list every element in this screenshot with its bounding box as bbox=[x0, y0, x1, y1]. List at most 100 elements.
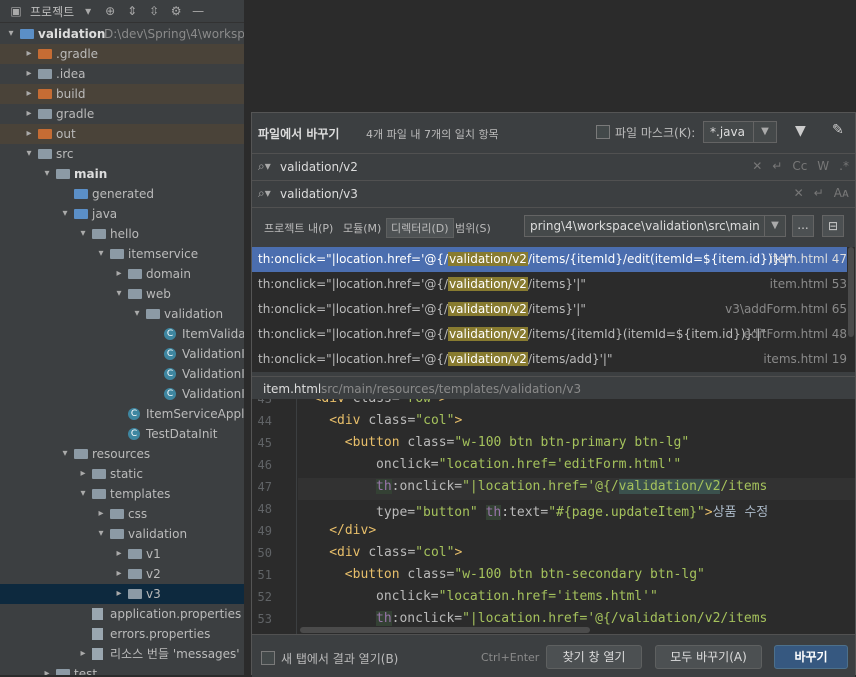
newline-icon[interactable]: ↵ bbox=[814, 186, 824, 200]
tree-item[interactable]: ▸ static bbox=[0, 464, 244, 484]
chevron-down-icon[interactable]: ▾ bbox=[132, 304, 142, 324]
result-row[interactable]: th:onclick="|location.href='@{/validatio… bbox=[252, 322, 847, 347]
horizontal-scrollbar[interactable] bbox=[300, 627, 590, 633]
locate-icon[interactable]: ⊕ bbox=[102, 3, 118, 19]
tree-item[interactable]: C TestDataInit bbox=[0, 424, 244, 444]
chevron-down-icon[interactable]: ▾ bbox=[60, 204, 70, 224]
whole-words-toggle[interactable]: W bbox=[817, 159, 829, 173]
tree-item[interactable]: C ValidationIt bbox=[0, 344, 244, 364]
tree-item[interactable]: ▾ validation bbox=[0, 524, 244, 544]
chevron-right-icon[interactable]: ▸ bbox=[114, 264, 124, 284]
tree-item[interactable]: ▸ css bbox=[0, 504, 244, 524]
result-row[interactable]: th:onclick="|location.href='@{/validatio… bbox=[252, 347, 847, 372]
search-icon[interactable]: ⌕▾ bbox=[258, 159, 271, 174]
tree-item[interactable]: application.properties bbox=[0, 604, 244, 624]
regex-toggle[interactable]: .* bbox=[839, 159, 849, 173]
chevron-down-icon[interactable]: ▾ bbox=[80, 3, 96, 19]
chevron-right-icon[interactable]: ▸ bbox=[114, 564, 124, 584]
tree-item[interactable]: errors.properties bbox=[0, 624, 244, 644]
chevron-down-icon[interactable]: ▾ bbox=[78, 224, 88, 244]
tree-item[interactable]: C ValidationIt bbox=[0, 384, 244, 404]
project-panel-title[interactable]: 프로젝트 bbox=[30, 3, 74, 20]
chevron-down-icon[interactable]: ▾ bbox=[6, 24, 16, 44]
preserve-case-toggle[interactable]: Aᴀ bbox=[834, 186, 849, 200]
tree-item[interactable]: ▾ resources bbox=[0, 444, 244, 464]
scope-project[interactable]: 프로젝트 내(P) bbox=[264, 220, 333, 236]
clear-icon[interactable]: ✕ bbox=[752, 159, 762, 173]
tree-item[interactable]: ▾ java bbox=[0, 204, 244, 224]
tree-item[interactable]: ▾ web bbox=[0, 284, 244, 304]
search-field[interactable]: ⌕▾ validation/v2 ✕ ↵ Cc W .* bbox=[252, 153, 855, 181]
tree-item[interactable]: ▾ src bbox=[0, 144, 244, 164]
chevron-down-icon[interactable]: ▾ bbox=[24, 144, 34, 164]
tree-item[interactable]: ▸ out bbox=[0, 124, 244, 144]
browse-button[interactable]: ... bbox=[792, 215, 814, 237]
replace-all-button[interactable]: 모두 바꾸기(A) bbox=[655, 645, 762, 669]
file-mask-dropdown[interactable]: *.java ▼ bbox=[703, 121, 777, 143]
search-input[interactable]: validation/v2 bbox=[280, 160, 358, 174]
chevron-right-icon[interactable]: ▸ bbox=[24, 104, 34, 124]
tree-item[interactable]: ▸ v3 bbox=[0, 584, 244, 604]
scope-scope[interactable]: 범위(S) bbox=[455, 220, 491, 236]
replace-button[interactable]: 바꾸기 bbox=[774, 645, 848, 669]
tree-item[interactable]: generated bbox=[0, 184, 244, 204]
chevron-down-icon[interactable]: ▾ bbox=[78, 484, 88, 504]
chevron-down-icon[interactable]: ▾ bbox=[114, 284, 124, 304]
directory-dropdown[interactable]: pring\4\workspace\validation\src\main ▼ bbox=[524, 215, 786, 237]
recursive-toggle-icon[interactable]: ⊟ bbox=[822, 215, 844, 237]
tree-item[interactable]: ▸ domain bbox=[0, 264, 244, 284]
open-find-window-button[interactable]: 찾기 창 열기 bbox=[546, 645, 642, 669]
tree-item[interactable]: ▾ itemservice bbox=[0, 244, 244, 264]
file-mask-checkbox[interactable] bbox=[596, 125, 610, 139]
match-case-toggle[interactable]: Cc bbox=[792, 159, 807, 173]
chevron-right-icon[interactable]: ▸ bbox=[24, 124, 34, 144]
tree-item[interactable]: ▸ .idea bbox=[0, 64, 244, 84]
tree-item[interactable]: ▾ templates bbox=[0, 484, 244, 504]
clear-icon[interactable]: ✕ bbox=[794, 186, 804, 200]
chevron-right-icon[interactable]: ▸ bbox=[96, 504, 106, 524]
chevron-right-icon[interactable]: ▸ bbox=[78, 644, 88, 664]
chevron-right-icon[interactable]: ▸ bbox=[42, 664, 52, 675]
pin-icon[interactable]: ✎ bbox=[832, 122, 844, 138]
scope-directory[interactable]: 디렉터리(D) bbox=[386, 218, 454, 238]
result-row[interactable]: th:onclick="|location.href='@{/validatio… bbox=[252, 297, 847, 322]
tree-item[interactable]: ▸ gradle bbox=[0, 104, 244, 124]
chevron-right-icon[interactable]: ▸ bbox=[114, 584, 124, 604]
result-row[interactable]: th:onclick="|location.href='@{/validatio… bbox=[252, 247, 847, 272]
chevron-down-icon[interactable]: ▼ bbox=[764, 216, 785, 236]
tree-item[interactable]: ▾ validation D:\dev\Spring\4\worksp bbox=[0, 24, 244, 44]
chevron-right-icon[interactable]: ▸ bbox=[78, 464, 88, 484]
chevron-down-icon[interactable]: ▾ bbox=[96, 524, 106, 544]
tree-item[interactable]: ▸ build bbox=[0, 84, 244, 104]
expand-all-icon[interactable]: ⇕ bbox=[124, 3, 140, 19]
tree-item[interactable]: C ValidationIt bbox=[0, 364, 244, 384]
tree-item[interactable]: ▸ test bbox=[0, 664, 244, 675]
tree-item[interactable]: ▸ 리소스 번들 'messages' bbox=[0, 644, 244, 664]
results-scrollbar[interactable] bbox=[847, 247, 855, 372]
tree-item[interactable]: ▸ v1 bbox=[0, 544, 244, 564]
scope-module[interactable]: 모듈(M) bbox=[343, 220, 381, 236]
new-tab-checkbox[interactable] bbox=[261, 651, 275, 665]
collapse-all-icon[interactable]: ⇳ bbox=[146, 3, 162, 19]
tree-item[interactable]: C ItemServiceApplic bbox=[0, 404, 244, 424]
tree-item[interactable]: ▾ main bbox=[0, 164, 244, 184]
chevron-down-icon[interactable]: ▾ bbox=[42, 164, 52, 184]
tree-item[interactable]: ▸ .gradle bbox=[0, 44, 244, 64]
chevron-down-icon[interactable]: ▾ bbox=[60, 444, 70, 464]
filter-icon[interactable]: ▼ bbox=[795, 123, 806, 139]
replace-input[interactable]: validation/v3 bbox=[280, 187, 358, 201]
chevron-right-icon[interactable]: ▸ bbox=[24, 84, 34, 104]
chevron-down-icon[interactable]: ▾ bbox=[96, 244, 106, 264]
code-preview[interactable]: 43 <div class="row"> 44 <div class="col"> 45… bbox=[252, 399, 855, 634]
chevron-right-icon[interactable]: ▸ bbox=[24, 44, 34, 64]
hide-icon[interactable]: — bbox=[190, 3, 206, 19]
chevron-down-icon[interactable]: ▼ bbox=[753, 122, 776, 142]
tree-item[interactable]: ▸ v2 bbox=[0, 564, 244, 584]
replace-icon[interactable]: ⌕▾ bbox=[258, 186, 271, 201]
tree-item[interactable]: C ItemValidat bbox=[0, 324, 244, 344]
newline-icon[interactable]: ↵ bbox=[772, 159, 782, 173]
result-row[interactable]: th:onclick="|location.href='@{/validatio… bbox=[252, 272, 847, 297]
chevron-right-icon[interactable]: ▸ bbox=[114, 544, 124, 564]
tree-item[interactable]: ▾ hello bbox=[0, 224, 244, 244]
chevron-right-icon[interactable]: ▸ bbox=[24, 64, 34, 84]
